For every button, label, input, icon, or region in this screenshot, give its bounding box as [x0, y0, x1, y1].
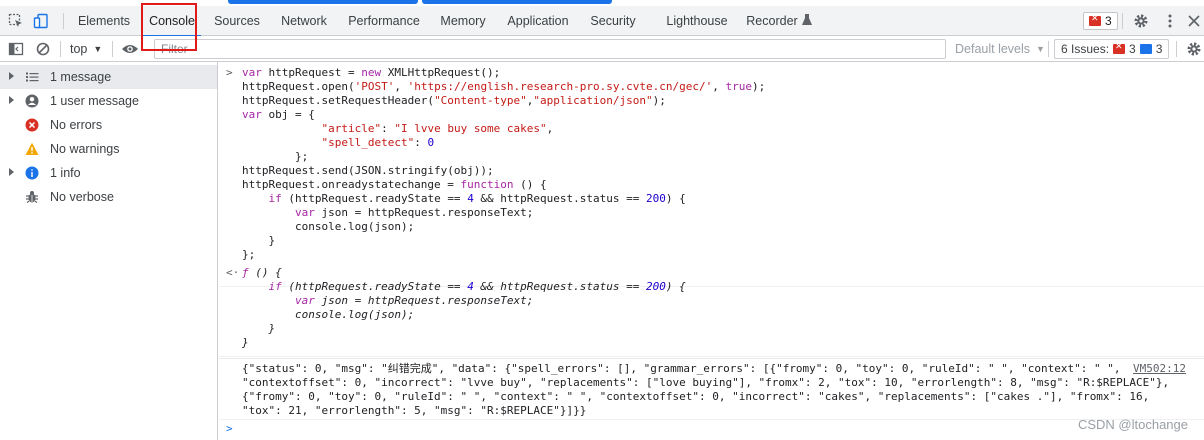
sidebar-item-label: 1 message — [50, 70, 112, 84]
toolbar-divider — [1122, 13, 1123, 29]
prompt-chevron-icon: > — [226, 422, 233, 435]
sidebar-item-errors[interactable]: No errors — [0, 113, 217, 137]
tab-elements[interactable]: Elements — [70, 6, 138, 36]
dropdown-arrow-icon: ▼ — [1036, 44, 1045, 54]
console-sidebar: 1 message 1 user message No errors No wa… — [0, 62, 218, 440]
tab-memory[interactable]: Memory — [433, 6, 493, 36]
tab-sources[interactable]: Sources — [208, 6, 266, 36]
info-icon — [25, 166, 39, 180]
sidebar-item-label: 1 info — [50, 166, 81, 180]
warning-icon — [25, 142, 39, 155]
expand-arrow-icon[interactable] — [9, 96, 14, 104]
browser-tab-stub[interactable] — [422, 0, 612, 4]
sidebar-item-label: No warnings — [50, 142, 120, 156]
console-input-entry: > var httpRequest = new XMLHttpRequest()… — [219, 65, 1204, 287]
source-location-link[interactable]: VM502:12 — [1133, 362, 1186, 375]
input-prompt-chevron-icon: > — [226, 66, 233, 79]
sidebar-item-info[interactable]: 1 info — [0, 161, 217, 185]
filter-input[interactable] — [154, 39, 946, 59]
tab-recorder[interactable]: Recorder — [742, 6, 802, 36]
error-icon — [1089, 13, 1101, 26]
expand-arrow-icon[interactable] — [9, 168, 14, 176]
expand-arrow-icon[interactable] — [9, 72, 14, 80]
issues-error-count: 3 — [1129, 42, 1136, 56]
tab-performance[interactable]: Performance — [341, 6, 427, 36]
error-count: 3 — [1105, 14, 1112, 28]
error-icon — [25, 118, 39, 132]
device-toolbar-icon[interactable] — [33, 13, 49, 29]
context-selector[interactable]: top ▼ — [70, 36, 102, 62]
context-label: top — [70, 42, 88, 56]
issues-info-count: 3 — [1155, 42, 1163, 56]
live-expression-eye-icon[interactable] — [121, 41, 139, 57]
tab-lighthouse[interactable]: Lighthouse — [660, 6, 734, 36]
sidebar-item-label: No verbose — [50, 190, 114, 204]
issue-error-icon — [1113, 41, 1126, 54]
console-settings-gear-icon[interactable] — [1186, 41, 1202, 57]
sidebar-item-messages[interactable]: 1 message — [0, 65, 217, 89]
toolbar-divider — [60, 41, 61, 57]
more-options-icon[interactable] — [1162, 13, 1178, 29]
sidebar-item-user-messages[interactable]: 1 user message — [0, 89, 217, 113]
console-prompt-line[interactable]: > — [219, 420, 1204, 438]
sidebar-item-warnings[interactable]: No warnings — [0, 137, 217, 161]
close-devtools-icon[interactable] — [1186, 13, 1202, 29]
console-output[interactable]: > var httpRequest = new XMLHttpRequest()… — [219, 62, 1204, 440]
log-levels-label: Default levels — [955, 42, 1031, 56]
return-value-arrow-icon: <· — [226, 266, 240, 279]
browser-tab-stub[interactable] — [228, 0, 418, 4]
issue-info-icon — [1139, 44, 1152, 54]
dropdown-arrow-icon: ▼ — [93, 44, 103, 54]
settings-gear-icon[interactable] — [1133, 13, 1149, 29]
console-return-entry: <· ƒ () { if (httpRequest.readyState == … — [219, 265, 1204, 357]
toolbar-divider — [1048, 41, 1049, 57]
error-count-badge[interactable]: 3 — [1083, 12, 1118, 30]
flask-icon — [802, 14, 812, 25]
sidebar-item-label: No errors — [50, 118, 103, 132]
toolbar-divider — [1176, 41, 1177, 57]
log-output-text[interactable]: {"status": 0, "msg": "纠错完成", "data": {"s… — [242, 362, 1169, 418]
user-icon — [25, 94, 39, 108]
list-icon — [26, 72, 39, 82]
toolbar-divider — [112, 41, 113, 57]
toolbar-divider — [63, 13, 64, 29]
console-tab-highlight — [141, 3, 197, 51]
log-levels-dropdown[interactable]: Default levels ▼ — [955, 36, 1045, 62]
clear-console-icon[interactable] — [35, 41, 51, 57]
sidebar-toggle-icon[interactable] — [8, 41, 24, 57]
tab-security[interactable]: Security — [584, 6, 642, 36]
sidebar-item-label: 1 user message — [50, 94, 139, 108]
issues-label: 6 Issues: — [1061, 42, 1110, 56]
input-code[interactable]: var httpRequest = new XMLHttpRequest(); … — [242, 66, 765, 262]
issues-button[interactable]: 6 Issues: 3 3 — [1054, 39, 1170, 59]
tab-network[interactable]: Network — [273, 6, 335, 36]
inspect-element-icon[interactable] — [8, 13, 24, 29]
watermark: CSDN @ltochange — [1077, 417, 1188, 432]
console-log-entry: {"status": 0, "msg": "纠错完成", "data": {"s… — [219, 358, 1204, 420]
bug-icon — [26, 191, 38, 203]
return-value-function[interactable]: ƒ () { if (httpRequest.readyState == 4 &… — [242, 266, 686, 350]
sidebar-item-verbose[interactable]: No verbose — [0, 185, 217, 209]
tab-application[interactable]: Application — [500, 6, 576, 36]
